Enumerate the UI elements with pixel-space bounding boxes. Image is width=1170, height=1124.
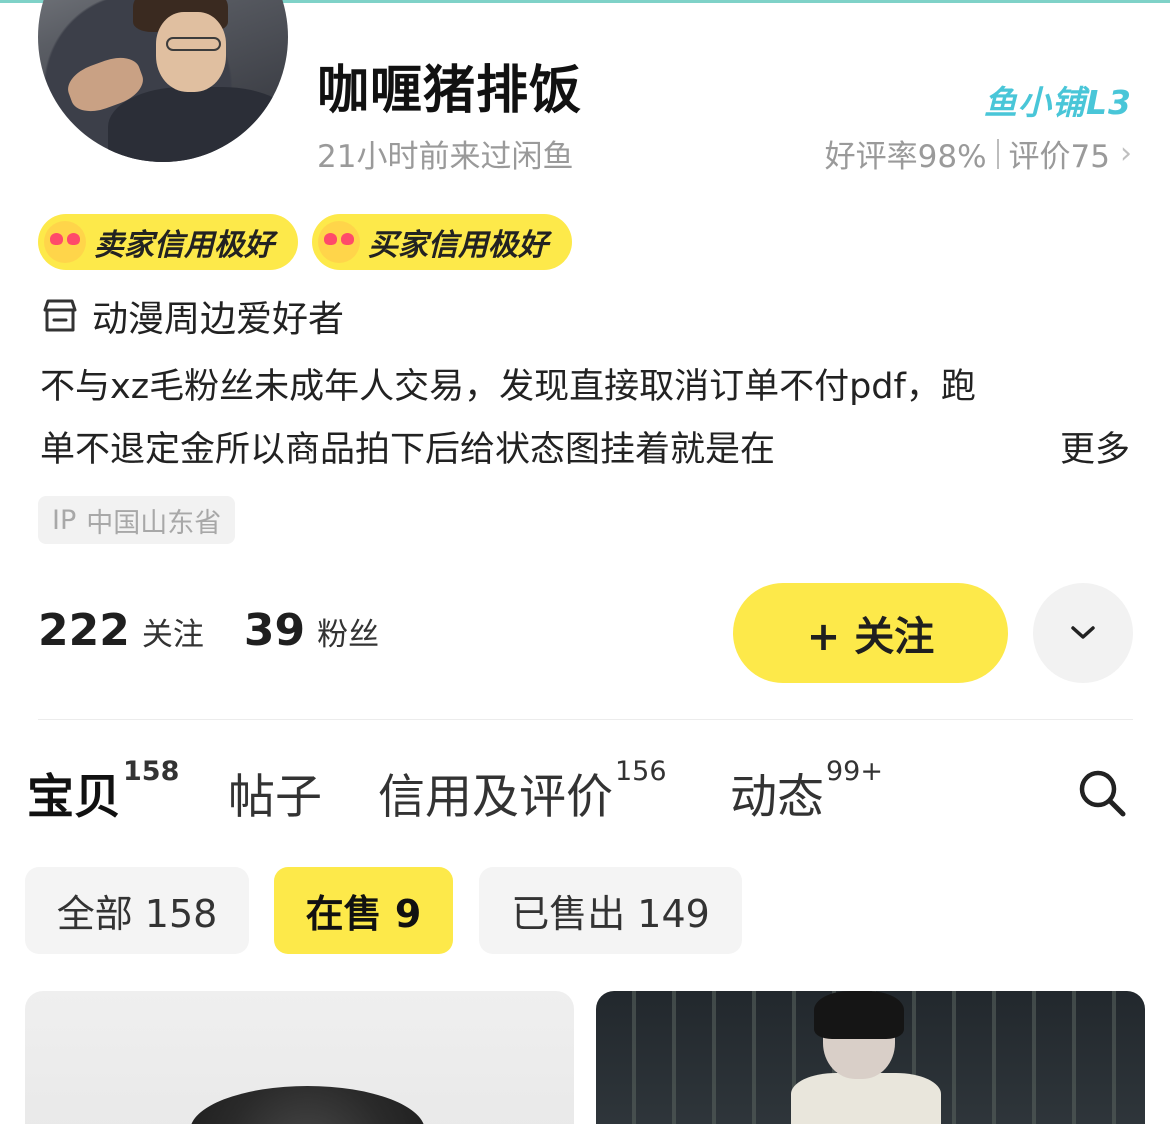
tab-credit-reviews-label: 信用及评价 xyxy=(378,770,613,825)
product-image-wig xyxy=(190,1086,425,1124)
product-card[interactable] xyxy=(25,991,574,1124)
filter-sold-label: 已售出 149 xyxy=(511,892,710,936)
filter-on-sale[interactable]: 在售 9 xyxy=(274,867,453,954)
tab-posts[interactable]: 帖子 xyxy=(228,758,322,827)
tab-activity-label: 动态 xyxy=(730,770,824,825)
filter-on-sale-label: 在售 9 xyxy=(305,892,422,936)
follow-button[interactable]: + 关注 xyxy=(733,583,1008,683)
tab-activity[interactable]: 动态99+ xyxy=(730,756,883,827)
tab-items[interactable]: 宝贝158 xyxy=(23,756,180,827)
following-count[interactable]: 222 xyxy=(38,605,130,656)
tab-credit-reviews-count: 156 xyxy=(615,756,667,787)
last-seen-text: 21小时前来过闲鱼 xyxy=(317,139,574,175)
filter-all-label: 全部 158 xyxy=(56,892,218,936)
store-icon xyxy=(43,299,77,332)
ip-location: 中国山东省 xyxy=(86,507,222,539)
filter-all[interactable]: 全部 158 xyxy=(25,867,249,954)
tab-posts-label: 帖子 xyxy=(228,770,322,825)
search-icon[interactable] xyxy=(1075,766,1129,820)
chevron-right-icon: › xyxy=(1120,136,1132,171)
shop-level-badge[interactable]: 鱼小铺L3 xyxy=(984,76,1132,124)
tab-activity-count: 99+ xyxy=(826,756,883,787)
chevron-down-icon xyxy=(1071,626,1095,639)
interest-label: 动漫周边爱好者 xyxy=(92,299,345,340)
section-divider xyxy=(38,719,1133,720)
heart-eyes-emoji-icon xyxy=(44,221,86,263)
buyer-credit-label: 买家信用极好 xyxy=(368,228,548,263)
ip-location-tag: IP 中国山东省 xyxy=(38,496,236,544)
review-count: 评价75 xyxy=(1008,139,1110,175)
bio-line-1: 不与xz毛粉丝未成年人交易，发现直接取消订单不付pdf，跑 xyxy=(40,367,976,407)
good-rate: 好评率98% xyxy=(824,139,987,175)
filter-sold[interactable]: 已售出 149 xyxy=(479,867,742,954)
username: 咖喱猪排饭 xyxy=(317,61,583,121)
interest-tag: 动漫周边爱好者 xyxy=(40,290,344,342)
bio-more-link[interactable]: 更多 xyxy=(1060,419,1130,482)
avatar[interactable] xyxy=(38,0,288,162)
ip-prefix: IP xyxy=(52,504,77,536)
following-label[interactable]: 关注 xyxy=(142,609,204,654)
buyer-credit-badge[interactable]: 买家信用极好 xyxy=(312,214,572,270)
heart-eyes-emoji-icon xyxy=(318,221,360,263)
bio: 不与xz毛粉丝未成年人交易，发现直接取消订单不付pdf，跑 单不退定金所以商品拍… xyxy=(40,356,1130,482)
product-image-doll-hair xyxy=(814,991,904,1039)
rating-separator xyxy=(996,138,999,169)
fans-label[interactable]: 粉丝 xyxy=(317,609,379,654)
rating-summary[interactable]: 好评率98% 评价75 › xyxy=(825,131,1132,176)
product-card[interactable] xyxy=(596,991,1145,1124)
bio-line-2: 单不退定金所以商品拍下后给状态图挂着就是在 xyxy=(40,430,776,470)
tab-credit-reviews[interactable]: 信用及评价156 xyxy=(378,756,667,827)
fans-count[interactable]: 39 xyxy=(244,605,305,656)
product-image-doll-body xyxy=(791,1073,941,1124)
more-options-button[interactable] xyxy=(1033,583,1133,683)
tab-items-count: 158 xyxy=(123,756,180,787)
follow-stats: 222 关注 39 粉丝 xyxy=(38,605,407,656)
follow-button-label: + 关注 xyxy=(806,614,935,660)
seller-credit-badge[interactable]: 卖家信用极好 xyxy=(38,214,298,270)
seller-credit-label: 卖家信用极好 xyxy=(94,228,274,263)
tab-items-label: 宝贝 xyxy=(27,770,121,825)
credit-badges: 卖家信用极好 买家信用极好 xyxy=(38,214,572,270)
